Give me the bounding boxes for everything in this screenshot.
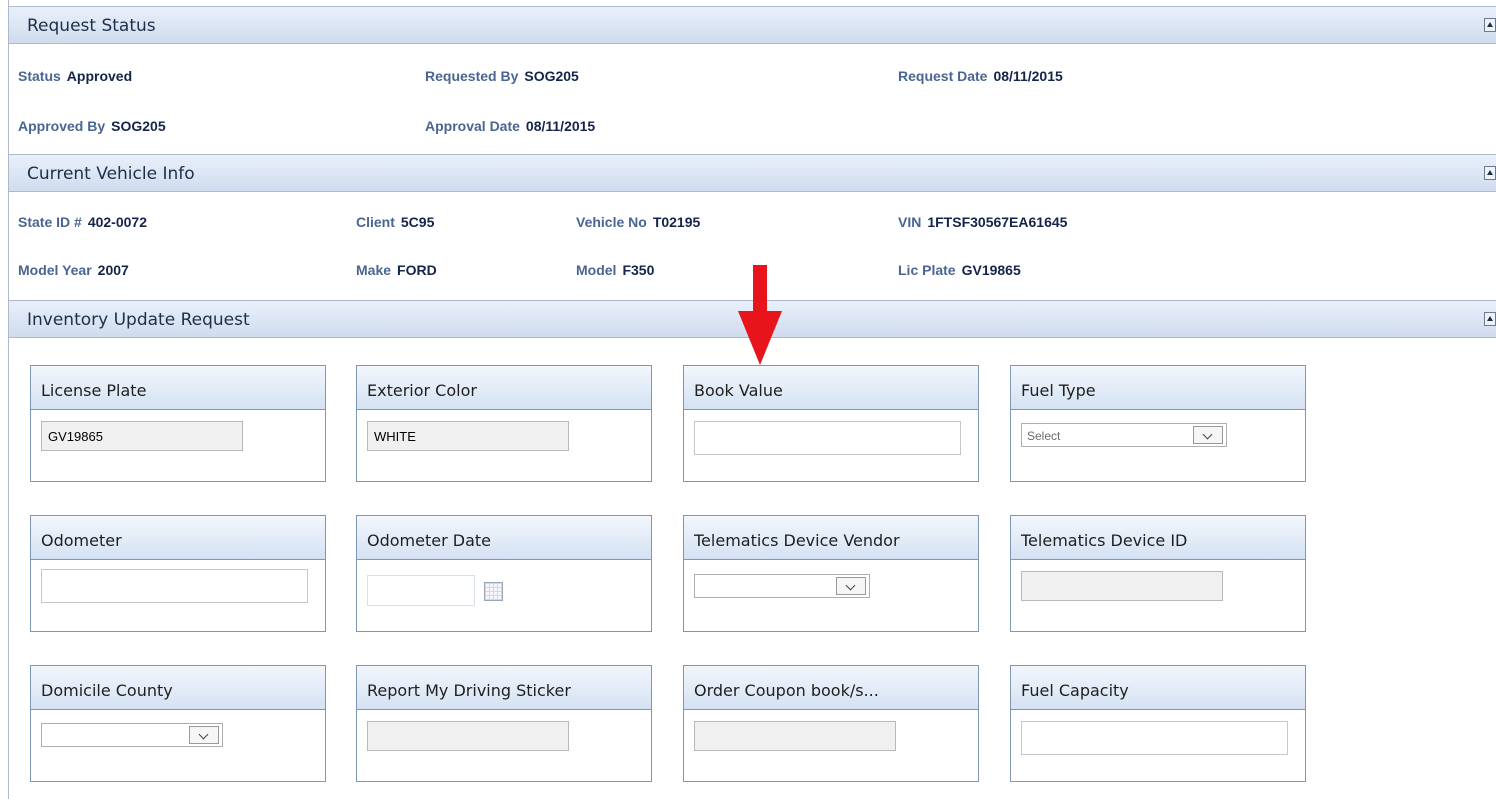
odometer-date-field[interactable] bbox=[367, 575, 475, 606]
calendar-icon[interactable] bbox=[484, 582, 503, 601]
odometer-date-label: Odometer Date bbox=[357, 516, 651, 560]
fuel-capacity-label: Fuel Capacity bbox=[1011, 666, 1305, 710]
book-value-card: Book Value bbox=[683, 365, 979, 482]
telematics-id-field[interactable] bbox=[1021, 571, 1223, 601]
chevron-down-icon[interactable] bbox=[1193, 426, 1223, 444]
lic-plate-info: Lic Plate GV19865 bbox=[898, 262, 1021, 278]
odometer-card: Odometer bbox=[30, 515, 326, 632]
request-status-header[interactable]: Request Status bbox=[9, 6, 1496, 44]
driving-sticker-label: Report My Driving Sticker bbox=[357, 666, 651, 710]
approved-by-info: Approved By SOG205 bbox=[18, 118, 166, 134]
make-info: Make FORD bbox=[356, 262, 437, 278]
coupon-book-card: Order Coupon book/s... bbox=[683, 665, 979, 782]
telematics-vendor-card: Telematics Device Vendor bbox=[683, 515, 979, 632]
exterior-color-label: Exterior Color bbox=[357, 366, 651, 410]
client-info: Client 5C95 bbox=[356, 214, 435, 230]
domicile-county-label: Domicile County bbox=[31, 666, 325, 710]
fuel-type-label: Fuel Type bbox=[1011, 366, 1305, 410]
odometer-date-card: Odometer Date bbox=[356, 515, 652, 632]
fuel-capacity-field[interactable] bbox=[1021, 721, 1288, 755]
fuel-capacity-card: Fuel Capacity bbox=[1010, 665, 1306, 782]
domicile-county-card: Domicile County bbox=[30, 665, 326, 782]
status-info: Status Approved bbox=[18, 68, 133, 84]
license-plate-card: License Plate GV19865 bbox=[30, 365, 326, 482]
vehicle-no-info: Vehicle No T02195 bbox=[576, 214, 701, 230]
collapse-icon[interactable] bbox=[1484, 18, 1496, 32]
model-info: Model F350 bbox=[576, 262, 655, 278]
fuel-type-card: Fuel Type Select bbox=[1010, 365, 1306, 482]
coupon-book-label: Order Coupon book/s... bbox=[684, 666, 978, 710]
request-status-title: Request Status bbox=[27, 16, 156, 36]
request-date-info: Request Date 08/11/2015 bbox=[898, 68, 1063, 84]
fuel-type-select[interactable]: Select bbox=[1021, 423, 1227, 447]
telematics-id-label: Telematics Device ID bbox=[1011, 516, 1305, 560]
vehicle-info-title: Current Vehicle Info bbox=[27, 164, 195, 184]
model-year-info: Model Year 2007 bbox=[18, 262, 129, 278]
collapse-icon[interactable] bbox=[1484, 312, 1496, 326]
vin-info: VIN 1FTSF30567EA61645 bbox=[898, 214, 1068, 230]
odometer-field[interactable] bbox=[41, 569, 308, 603]
chevron-down-icon[interactable] bbox=[836, 577, 866, 595]
requested-by-info: Requested By SOG205 bbox=[425, 68, 579, 84]
telematics-id-card: Telematics Device ID bbox=[1010, 515, 1306, 632]
vehicle-info-header[interactable]: Current Vehicle Info bbox=[9, 154, 1496, 192]
inventory-title: Inventory Update Request bbox=[27, 310, 250, 330]
license-plate-label: License Plate bbox=[31, 366, 325, 410]
driving-sticker-card: Report My Driving Sticker bbox=[356, 665, 652, 782]
domicile-county-select[interactable] bbox=[41, 723, 223, 747]
book-value-label: Book Value bbox=[684, 366, 978, 410]
chevron-down-icon[interactable] bbox=[189, 726, 219, 744]
exterior-color-card: Exterior Color WHITE bbox=[356, 365, 652, 482]
approval-date-info: Approval Date 08/11/2015 bbox=[425, 118, 596, 134]
driving-sticker-field[interactable] bbox=[367, 721, 569, 751]
arrow-head bbox=[738, 311, 782, 365]
red-arrow-annotation bbox=[738, 265, 782, 365]
state-id-info: State ID #402-0072 bbox=[18, 214, 147, 230]
fuel-type-selected-value: Select bbox=[1027, 429, 1061, 443]
telematics-vendor-select[interactable] bbox=[694, 574, 870, 598]
book-value-field[interactable] bbox=[694, 421, 961, 455]
exterior-color-field[interactable]: WHITE bbox=[367, 421, 569, 451]
coupon-book-field[interactable] bbox=[694, 721, 896, 751]
telematics-vendor-label: Telematics Device Vendor bbox=[684, 516, 978, 560]
odometer-label: Odometer bbox=[31, 516, 325, 560]
collapse-icon[interactable] bbox=[1484, 166, 1496, 180]
arrow-shaft bbox=[753, 265, 767, 317]
license-plate-field[interactable]: GV19865 bbox=[41, 421, 243, 451]
